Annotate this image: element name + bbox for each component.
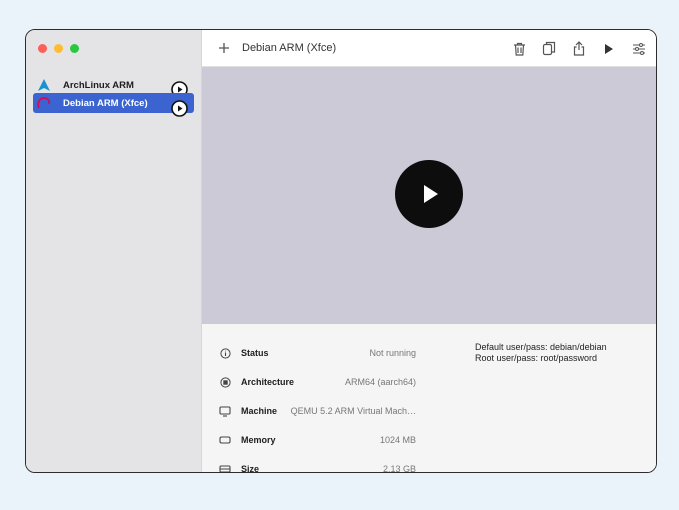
debian-icon [33, 93, 55, 113]
detail-label: Machine [241, 406, 278, 416]
detail-row-status: Status Not running [218, 343, 416, 363]
note-line: Default user/pass: debian/debian [475, 342, 607, 352]
detail-label: Architecture [241, 377, 295, 387]
delete-button[interactable] [510, 40, 528, 58]
play-icon [424, 184, 438, 203]
detail-row-architecture: Architecture ARM64 (aarch64) [218, 372, 416, 392]
detail-value: QEMU 5.2 ARM Virtual Mach… [290, 406, 416, 416]
plus-icon [219, 43, 229, 53]
detail-row-size: Size 2.13 GB [218, 459, 416, 473]
detail-label: Status [241, 348, 269, 358]
main-panel: Debian ARM (Xfce) Status Not running Arc… [202, 30, 656, 472]
detail-value: 2.13 GB [382, 464, 416, 473]
share-icon [573, 41, 585, 56]
detail-value: ARM64 (aarch64) [344, 377, 416, 387]
cpu-icon [218, 375, 232, 389]
share-button[interactable] [570, 40, 588, 58]
vm-notes: Default user/pass: debian/debian Root us… [475, 342, 607, 364]
window-controls [38, 44, 79, 53]
monitor-icon [218, 404, 232, 418]
detail-value: 1024 MB [379, 435, 416, 445]
clone-button[interactable] [540, 40, 558, 58]
zoom-window-button[interactable] [70, 44, 79, 53]
settings-button[interactable] [630, 40, 648, 58]
toolbar [510, 30, 648, 67]
play-icon [605, 43, 613, 54]
run-button[interactable] [600, 40, 618, 58]
archlinux-icon [33, 75, 55, 95]
memory-icon [218, 433, 232, 447]
note-line: Root user/pass: root/password [475, 353, 598, 363]
sidebar-item-label: Debian ARM (Xfce) [63, 97, 148, 109]
vm-preview[interactable] [202, 67, 656, 324]
sidebar-item-label: ArchLinux ARM [63, 79, 134, 91]
start-vm-button[interactable] [395, 159, 463, 228]
app-window: ArchLinux ARM Debian ARM (Xfce) Debian A… [25, 29, 657, 473]
minimize-window-button[interactable] [54, 44, 63, 53]
page-title: Debian ARM (Xfce) [242, 42, 337, 54]
sidebar-item-archlinux-arm[interactable]: ArchLinux ARM [33, 75, 194, 98]
vm-details: Status Not running Architecture ARM64 (a… [202, 324, 656, 472]
info-icon [218, 346, 232, 360]
trash-icon [513, 42, 525, 56]
detail-value: Not running [369, 348, 416, 358]
play-vm-icon[interactable] [171, 99, 188, 117]
settings-sliders-icon [633, 42, 645, 55]
sidebar: ArchLinux ARM Debian ARM (Xfce) [26, 30, 202, 472]
clone-icon [542, 41, 556, 56]
close-window-button[interactable] [38, 44, 47, 53]
detail-label: Memory [241, 435, 276, 445]
drive-icon [218, 462, 232, 472]
sidebar-item-debian-arm-xfce[interactable]: Debian ARM (Xfce) [33, 93, 194, 117]
detail-row-machine: Machine QEMU 5.2 ARM Virtual Mach… [218, 401, 416, 421]
add-vm-button[interactable] [214, 38, 234, 58]
detail-label: Size [241, 464, 260, 473]
title-bar: Debian ARM (Xfce) [202, 30, 656, 67]
detail-row-memory: Memory 1024 MB [218, 430, 416, 450]
